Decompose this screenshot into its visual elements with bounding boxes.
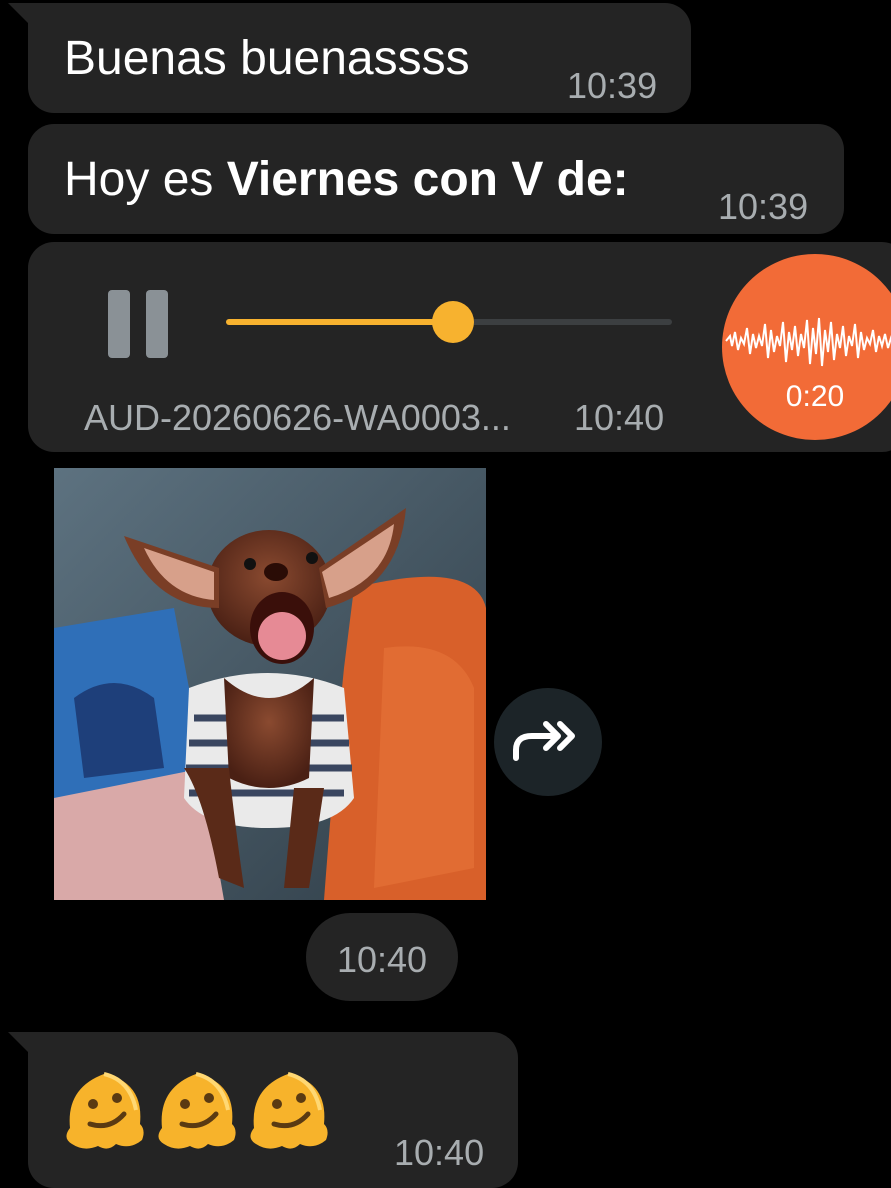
melting-face-emoji: [250, 1072, 328, 1149]
pause-icon[interactable]: [108, 290, 168, 358]
message-text: Buenas buenassss: [64, 32, 470, 85]
message-bubble[interactable]: 10:40: [28, 1032, 518, 1188]
waveform-icon: [725, 317, 891, 367]
audio-duration: 0:20: [785, 380, 845, 413]
bubble-tail: [8, 1032, 30, 1054]
audio-avatar: 0:20: [722, 254, 891, 440]
message-time: 10:39: [718, 186, 809, 227]
audio-seek-bar[interactable]: [226, 301, 672, 343]
image-time-pill: 10:40: [306, 913, 458, 1001]
message-text: Hoy es Viernes con V de:: [64, 152, 629, 207]
message-time: 10:39: [567, 65, 658, 106]
message-text-bold: Viernes con V de:: [226, 153, 629, 206]
melting-face-emoji: [158, 1072, 236, 1149]
audio-seek-thumb[interactable]: [432, 301, 474, 343]
forward-button[interactable]: [494, 688, 602, 796]
bubble-tail: [8, 3, 30, 25]
pause-bar: [108, 290, 130, 358]
audio-progress-fill: [226, 319, 453, 325]
emoji-row: [60, 1062, 332, 1152]
audio-message-bubble[interactable]: AUD-20260626-WA0003... 10:40 0:20: [28, 242, 891, 452]
message-time: 10:40: [394, 1132, 485, 1173]
audio-filename: AUD-20260626-WA0003...: [84, 397, 511, 438]
message-bubble[interactable]: Buenas buenassss 10:39: [28, 3, 691, 113]
message-text-plain: Hoy es: [64, 153, 227, 206]
message-time: 10:40: [336, 939, 428, 980]
message-bubble[interactable]: Hoy es Viernes con V de: 10:39: [28, 124, 844, 234]
dog-photo[interactable]: [54, 468, 486, 900]
pause-bar: [146, 290, 168, 358]
message-time: 10:40: [574, 397, 665, 438]
forward-icon: [513, 721, 575, 761]
melting-face-emoji: [66, 1072, 144, 1149]
